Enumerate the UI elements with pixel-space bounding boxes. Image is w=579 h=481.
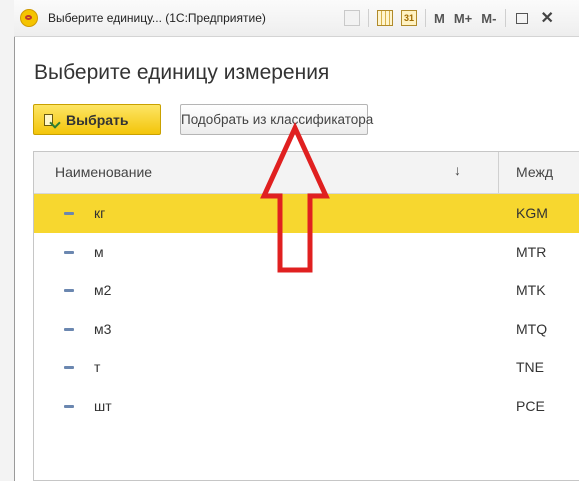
units-table: Наименование ↓ Межд кг KGM м MTR м2 MTK … — [33, 151, 579, 481]
toolbar-separator — [425, 9, 426, 27]
unit-name: м2 — [94, 282, 112, 298]
sort-down-icon[interactable]: ↓ — [454, 162, 461, 178]
unit-code: TNE — [516, 359, 544, 375]
unit-name: шт — [94, 397, 112, 414]
table-row[interactable]: кг KGM — [34, 194, 579, 233]
item-dash-icon — [64, 404, 74, 408]
titlebar-tools: 31 M M+ M- ✕ — [344, 8, 554, 28]
unit-name: т — [94, 359, 101, 375]
memory-minus-button[interactable]: M- — [481, 11, 496, 26]
unit-code: MTR — [516, 243, 547, 260]
unit-name: кг — [94, 205, 106, 221]
column-divider[interactable] — [498, 152, 499, 193]
unit-code: KGM — [516, 205, 548, 221]
table-header: Наименование ↓ Межд — [34, 152, 579, 194]
table-row[interactable]: м MTR — [34, 233, 579, 272]
unit-code: MTK — [516, 282, 546, 298]
select-button[interactable]: Выбрать — [33, 104, 161, 135]
unit-name: м3 — [94, 320, 112, 337]
favorite-icon[interactable] — [344, 10, 360, 26]
unit-name: м — [94, 243, 104, 260]
1c-logo-icon[interactable] — [20, 9, 38, 27]
item-dash-icon — [64, 366, 74, 369]
calendar-icon[interactable]: 31 — [401, 10, 417, 26]
pick-from-classifier-button[interactable]: Подобрать из классификатора — [180, 104, 373, 135]
dialog-left-border — [14, 36, 15, 481]
window-title: Выберите единицу... (1С:Предприятие) — [48, 11, 266, 25]
background-window-edge — [0, 0, 15, 481]
maximize-icon[interactable] — [516, 12, 529, 24]
select-button-label: Выбрать — [66, 111, 129, 128]
unit-code: MTQ — [516, 320, 548, 337]
close-icon[interactable]: ✕ — [540, 8, 553, 28]
table-row[interactable]: т TNE — [34, 348, 579, 387]
calculator-icon[interactable] — [377, 10, 393, 26]
unit-code: PCE — [516, 397, 545, 414]
item-dash-icon — [64, 212, 74, 215]
item-dash-icon — [64, 250, 74, 254]
memory-plus-button[interactable]: M+ — [454, 11, 472, 26]
table-row[interactable]: м3 MTQ — [34, 310, 579, 349]
column-header-intl-code[interactable]: Межд — [516, 164, 553, 180]
memory-button[interactable]: M — [434, 11, 445, 26]
toolbar-separator — [505, 9, 507, 27]
item-dash-icon — [64, 327, 74, 331]
toolbar-separator — [368, 9, 369, 27]
window-titlebar: Выберите единицу... (1С:Предприятие) 31 … — [14, 0, 579, 37]
table-row[interactable]: шт PCE — [34, 387, 579, 426]
page-title: Выберите единицу измерения — [34, 61, 330, 84]
item-dash-icon — [64, 289, 74, 292]
table-row[interactable]: м2 MTK — [34, 271, 579, 310]
column-header-name[interactable]: Наименование — [55, 164, 152, 180]
select-check-icon — [43, 112, 59, 128]
